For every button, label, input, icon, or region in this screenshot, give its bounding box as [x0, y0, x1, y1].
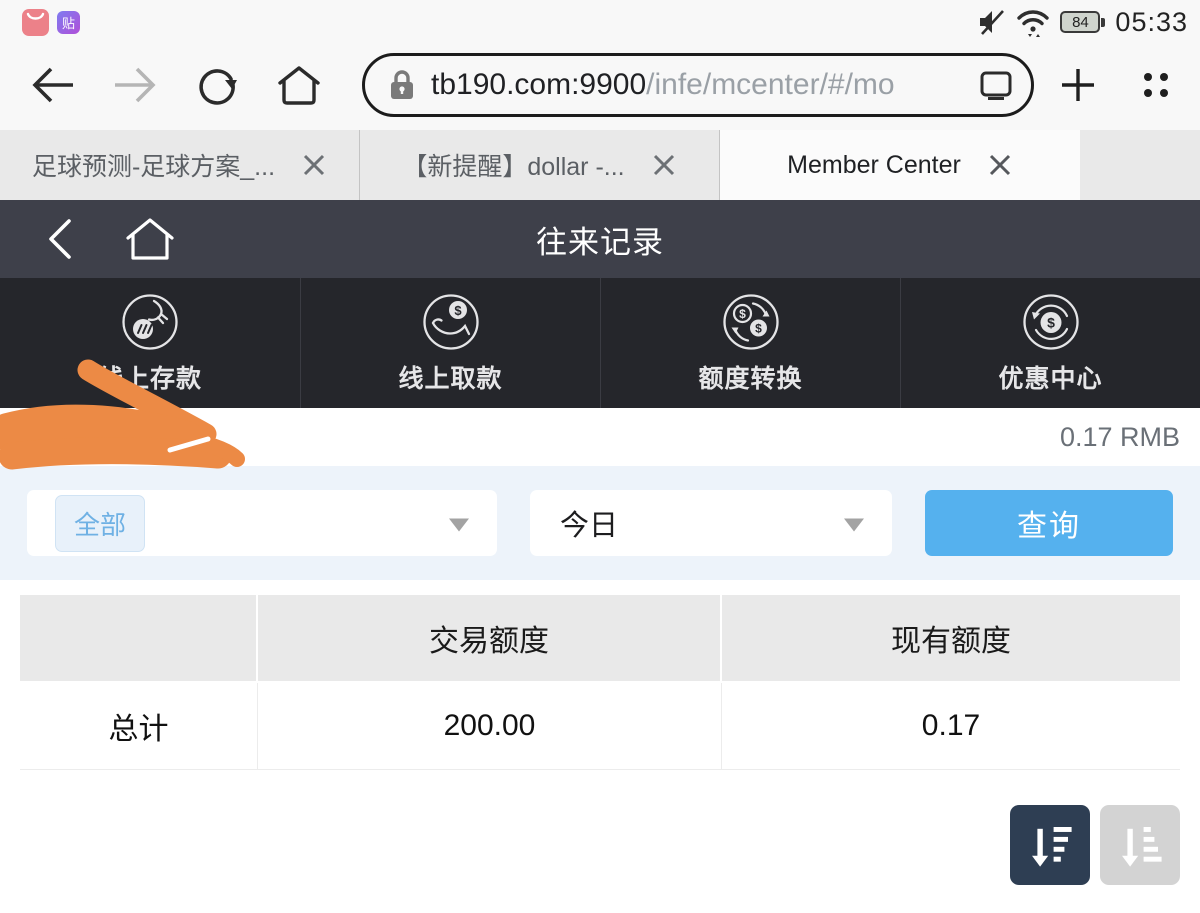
sort-ascending-button[interactable]	[1100, 805, 1180, 885]
table-header-transaction: 交易额度	[258, 595, 722, 681]
date-selected-value: 今日	[560, 502, 618, 544]
battery-indicator: 84	[1060, 11, 1105, 33]
table-row-total: 总计 200.00 0.17	[20, 683, 1180, 770]
sort-buttons	[1010, 805, 1180, 885]
current-amount-cell: 0.17	[722, 683, 1180, 769]
balance-amount: 0.17 RMB	[1060, 422, 1180, 453]
menu-label: 优惠中心	[998, 359, 1102, 395]
balance-row: 0.17 RMB	[0, 408, 1200, 466]
tab-member-center[interactable]: Member Center	[720, 130, 1080, 200]
page-title: 往来记录	[0, 217, 1200, 262]
menu-label: 线上取款	[398, 359, 502, 395]
tab-label: Member Center	[787, 151, 961, 180]
coin-cycle-promo-icon: $	[1021, 292, 1081, 352]
url-bar[interactable]: tb190.com:9900/infe/mcenter/#/mo	[362, 53, 1034, 117]
table-header-current: 现有额度	[722, 595, 1180, 681]
type-selected-chip[interactable]: 全部	[55, 495, 145, 552]
tieba-app-icon: 贴	[57, 11, 80, 34]
close-tab-icon[interactable]	[301, 152, 327, 178]
menu-item-withdraw[interactable]: $ 线上取款	[300, 278, 600, 408]
menu-label: 额度转换	[698, 359, 802, 395]
tab-label: 【新提醒】dollar -...	[402, 147, 624, 183]
sort-amount-desc-icon	[1023, 818, 1077, 872]
forward-button[interactable]	[108, 58, 162, 112]
home-button[interactable]	[272, 58, 326, 112]
lock-icon	[389, 69, 415, 101]
browser-toolbar: tb190.com:9900/infe/mcenter/#/mo	[0, 40, 1200, 130]
menu-label: 线上存款	[98, 359, 202, 395]
coins-exchange-icon: $ $	[721, 292, 781, 352]
reload-button[interactable]	[190, 58, 244, 112]
tab-strip: 足球预测-足球方案_... 【新提醒】dollar -... Member Ce…	[0, 130, 1200, 200]
svg-text:$: $	[739, 307, 746, 321]
svg-text:$: $	[454, 303, 462, 318]
date-select[interactable]: 今日	[530, 490, 892, 556]
svg-text:$: $	[755, 321, 762, 335]
menu-item-exchange[interactable]: $ $ 额度转换	[600, 278, 900, 408]
sort-descending-button[interactable]	[1010, 805, 1090, 885]
page-header: 往来记录	[0, 200, 1200, 278]
query-button[interactable]: 查询	[925, 490, 1173, 556]
quick-menu-bar: 线上存款 $ 线上取款 $ $ 额度转换 $	[0, 278, 1200, 408]
back-button[interactable]	[26, 58, 80, 112]
hand-coin-withdraw-icon: $	[421, 292, 481, 352]
chevron-down-icon	[449, 518, 469, 531]
new-tab-icon[interactable]	[1058, 65, 1098, 105]
menu-item-promotions[interactable]: $ 优惠中心	[900, 278, 1200, 408]
total-label-cell: 总计	[20, 683, 258, 769]
svg-text:$: $	[1047, 314, 1055, 330]
tab-new-alert-dollar[interactable]: 【新提醒】dollar -...	[360, 130, 720, 200]
url-path: /infe/mcenter/#/mo	[646, 68, 894, 102]
status-bar: 贴 84 05:33	[0, 0, 1200, 40]
menu-grid-icon[interactable]	[1138, 67, 1174, 103]
tab-football-forecast[interactable]: 足球预测-足球方案_...	[0, 130, 360, 200]
transaction-amount-cell: 200.00	[258, 683, 722, 769]
mute-icon	[976, 7, 1006, 37]
tab-label: 足球预测-足球方案_...	[32, 147, 275, 183]
battery-percent: 84	[1072, 14, 1089, 31]
close-tab-icon[interactable]	[987, 152, 1013, 178]
notification-badges: 贴	[22, 5, 80, 36]
summary-table: 交易额度 现有额度 总计 200.00 0.17	[20, 595, 1180, 770]
clock: 05:33	[1115, 7, 1188, 38]
url-text: tb190.com:9900/infe/mcenter/#/mo	[431, 68, 969, 102]
chevron-down-icon	[844, 518, 864, 531]
status-icons: 84 05:33	[976, 3, 1188, 38]
table-header-empty	[20, 595, 258, 681]
type-select[interactable]: 全部	[27, 490, 497, 556]
tab-strip-filler	[1080, 130, 1200, 200]
hand-cash-deposit-icon	[120, 292, 180, 352]
sort-amount-asc-icon	[1113, 818, 1167, 872]
desktop-site-icon[interactable]	[979, 70, 1013, 100]
wifi-icon	[1016, 7, 1050, 37]
table-header-row: 交易额度 现有额度	[20, 595, 1180, 681]
url-host: tb190.com:9900	[431, 68, 646, 102]
filter-bar: 全部 今日 查询	[0, 466, 1200, 580]
menu-item-deposit[interactable]: 线上存款	[0, 278, 300, 408]
close-tab-icon[interactable]	[651, 152, 677, 178]
huawei-app-icon	[22, 9, 49, 36]
